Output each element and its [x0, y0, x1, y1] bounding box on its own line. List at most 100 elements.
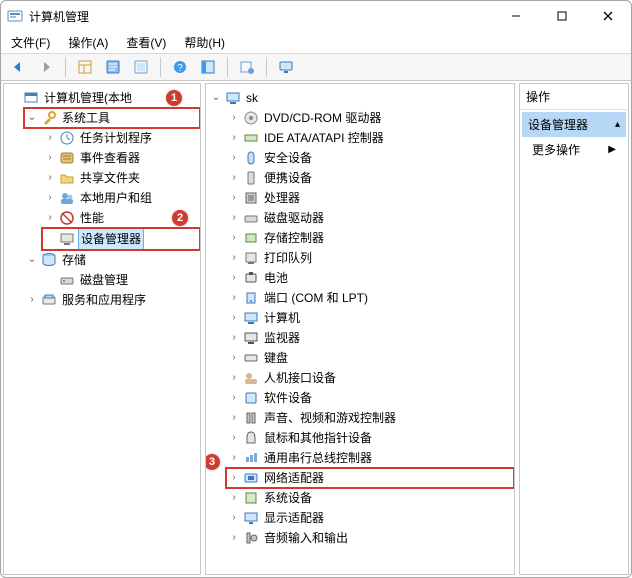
- device-category-label: 计算机: [262, 308, 302, 328]
- device-category[interactable]: ›电池: [226, 268, 514, 288]
- device-category-icon: [243, 410, 259, 426]
- device-category[interactable]: ›IDE ATA/ATAPI 控制器: [226, 128, 514, 148]
- center-pane: 3 ⌄ sk ›DVD/CD-ROM 驱动器›IDE ATA/ATAPI 控制器…: [205, 83, 515, 575]
- help-button[interactable]: ?: [167, 56, 193, 78]
- chevron-right-icon[interactable]: ›: [44, 148, 56, 168]
- menu-help[interactable]: 帮助(H): [176, 32, 233, 53]
- left-system-tools[interactable]: ⌄ 系统工具: [24, 108, 200, 128]
- chevron-right-icon[interactable]: ›: [228, 108, 240, 128]
- chevron-right-icon[interactable]: ›: [44, 188, 56, 208]
- chevron-right-icon[interactable]: ›: [228, 448, 240, 468]
- device-category[interactable]: ›显示适配器: [226, 508, 514, 528]
- device-category[interactable]: ›存储控制器: [226, 228, 514, 248]
- device-category[interactable]: › 人机接口设备: [226, 368, 514, 388]
- menu-action[interactable]: 操作(A): [60, 32, 116, 53]
- device-category[interactable]: ›系统设备: [226, 488, 514, 508]
- left-device-manager[interactable]: › 设备管理器: [42, 228, 200, 250]
- chevron-right-icon[interactable]: ›: [228, 348, 240, 368]
- back-button[interactable]: [5, 56, 31, 78]
- chevron-right-icon[interactable]: ›: [44, 168, 56, 188]
- clock-icon: [59, 130, 75, 146]
- chevron-right-icon[interactable]: ›: [228, 208, 240, 228]
- chevron-right-icon[interactable]: ›: [228, 388, 240, 408]
- actions-section-header[interactable]: 设备管理器 ▴: [522, 112, 626, 137]
- chevron-right-icon[interactable]: ›: [44, 208, 56, 228]
- device-category-icon: [243, 130, 259, 146]
- device-category[interactable]: › 计算机: [226, 308, 514, 328]
- computer-management-icon: [23, 90, 39, 106]
- device-manager-label: 设备管理器: [78, 228, 144, 250]
- chevron-right-icon[interactable]: ›: [228, 168, 240, 188]
- device-category-label: 网络适配器: [262, 468, 326, 488]
- device-category[interactable]: ›端口 (COM 和 LPT): [226, 288, 514, 308]
- minimize-button[interactable]: [493, 1, 539, 31]
- chevron-right-icon[interactable]: ›: [228, 188, 240, 208]
- chevron-right-icon[interactable]: ›: [228, 128, 240, 148]
- device-category[interactable]: ›便携设备: [226, 168, 514, 188]
- device-category-label: 监视器: [262, 328, 302, 348]
- device-category[interactable]: ›磁盘驱动器: [226, 208, 514, 228]
- chevron-down-icon[interactable]: ⌄: [210, 88, 222, 108]
- device-category[interactable]: ›鼠标和其他指针设备: [226, 428, 514, 448]
- center-root[interactable]: ⌄ sk: [208, 88, 514, 108]
- device-category[interactable]: ›声音、视频和游戏控制器: [226, 408, 514, 428]
- chevron-right-icon[interactable]: ›: [228, 428, 240, 448]
- chevron-right-icon[interactable]: ›: [26, 290, 38, 310]
- chevron-right-icon[interactable]: ›: [228, 248, 240, 268]
- actions-section-title: 设备管理器: [528, 116, 588, 133]
- chevron-right-icon[interactable]: ›: [228, 408, 240, 428]
- device-category[interactable]: ›通用串行总线控制器: [226, 448, 514, 468]
- device-category-icon: [243, 170, 259, 186]
- chevron-right-icon[interactable]: ›: [228, 268, 240, 288]
- left-root[interactable]: ▸ 计算机管理(本地 1: [6, 88, 200, 108]
- chevron-right-icon[interactable]: ›: [228, 488, 240, 508]
- device-category[interactable]: ›音频输入和输出: [226, 528, 514, 548]
- close-button[interactable]: [585, 1, 631, 31]
- chevron-right-icon[interactable]: ›: [228, 148, 240, 168]
- toolbar-icon-monitor[interactable]: [273, 56, 299, 78]
- chevron-down-icon[interactable]: ⌄: [26, 250, 38, 270]
- device-category[interactable]: ›软件设备: [226, 388, 514, 408]
- left-event-viewer[interactable]: › 事件查看器: [42, 148, 200, 168]
- toolbar-icon-a[interactable]: [195, 56, 221, 78]
- refresh-button[interactable]: [128, 56, 154, 78]
- show-hide-console-tree-button[interactable]: [72, 56, 98, 78]
- left-services-apps[interactable]: › 服务和应用程序: [24, 290, 200, 310]
- chevron-right-icon[interactable]: ›: [228, 368, 240, 388]
- chevron-right-icon[interactable]: ›: [44, 128, 56, 148]
- device-category[interactable]: ›处理器: [226, 188, 514, 208]
- left-local-users[interactable]: › 本地用户和组: [42, 188, 200, 208]
- device-category[interactable]: › 监视器: [226, 328, 514, 348]
- left-disk-management[interactable]: › 磁盘管理: [42, 270, 200, 290]
- menu-file[interactable]: 文件(F): [3, 32, 58, 53]
- performance-icon: [59, 210, 75, 226]
- chevron-right-icon[interactable]: ›: [228, 228, 240, 248]
- device-category[interactable]: › 网络适配器: [226, 468, 514, 488]
- chevron-right-icon[interactable]: ›: [228, 528, 240, 548]
- chevron-right-icon[interactable]: ›: [228, 288, 240, 308]
- more-actions-item[interactable]: 更多操作 ▶: [522, 137, 626, 162]
- center-root-label: sk: [244, 88, 260, 108]
- chevron-right-icon[interactable]: ›: [228, 468, 240, 488]
- chevron-down-icon[interactable]: ⌄: [26, 108, 38, 128]
- toolbar-icon-b[interactable]: [234, 56, 260, 78]
- center-tree: ⌄ sk ›DVD/CD-ROM 驱动器›IDE ATA/ATAPI 控制器›安…: [206, 84, 514, 552]
- chevron-right-icon[interactable]: ›: [228, 328, 240, 348]
- maximize-button[interactable]: [539, 1, 585, 31]
- chevron-right-icon[interactable]: ›: [228, 508, 240, 528]
- left-task-scheduler[interactable]: › 任务计划程序: [42, 128, 200, 148]
- left-performance[interactable]: › 性能 2: [42, 208, 200, 228]
- device-category-icon: [243, 250, 259, 266]
- device-category[interactable]: ›键盘: [226, 348, 514, 368]
- forward-button[interactable]: [33, 56, 59, 78]
- chevron-right-icon[interactable]: ›: [228, 308, 240, 328]
- device-category[interactable]: ›DVD/CD-ROM 驱动器: [226, 108, 514, 128]
- storage-icon: [41, 252, 57, 268]
- device-category[interactable]: ›打印队列: [226, 248, 514, 268]
- left-shared-folders[interactable]: › 共享文件夹: [42, 168, 200, 188]
- device-category-label: 人机接口设备: [262, 368, 338, 388]
- left-storage[interactable]: ⌄ 存储: [24, 250, 200, 270]
- menu-view[interactable]: 查看(V): [118, 32, 174, 53]
- device-category[interactable]: ›安全设备: [226, 148, 514, 168]
- properties-button[interactable]: [100, 56, 126, 78]
